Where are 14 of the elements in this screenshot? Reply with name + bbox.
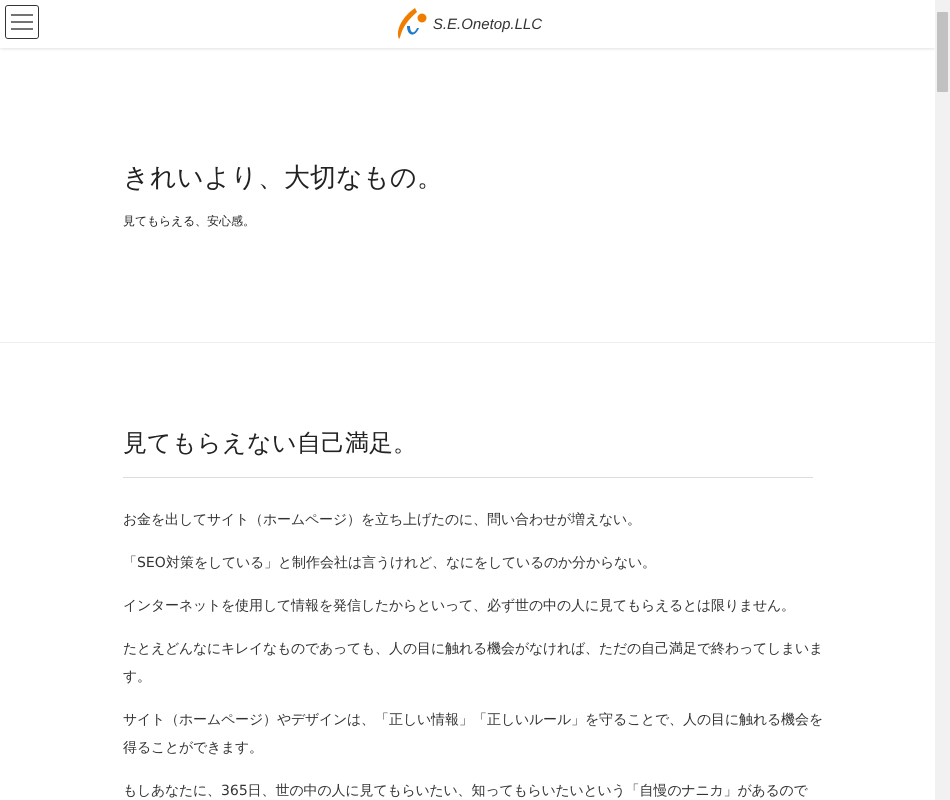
logo-link[interactable]: S.E.Onetop.LLC [392, 6, 542, 42]
body-paragraph: お金を出してサイト（ホームページ）を立ち上げたのに、問い合わせが増えない。 [123, 511, 642, 530]
body-paragraph: インターネットを使用して情報を発信したからといって、必ず世の中の人に見てもらえるとは限りません。 [123, 597, 796, 616]
body-paragraph: サイト（ホームページ）やデザインは、「正しい情報」「正しいルール」を守ることで、人の目に触れる機会を得ることができます。 [123, 711, 823, 758]
hero-heading: きれいより、大切なもの。 [123, 162, 444, 195]
scrollbar[interactable] [935, 0, 950, 800]
body-paragraph: 「SEO対策をしている」と制作会社は言うけれど、なにをしているのか分からない。 [123, 554, 657, 573]
body-paragraph: もしあなたに、365日、世の中の人に見てもらいたい、知ってもらいたいという「自慢のナニカ」があるので [123, 782, 809, 800]
body-paragraph: たとえどんなにキレイなものであっても、人の目に触れる機会がなければ、ただの自己満足で終わってしまいます。 [123, 640, 823, 687]
hero-subtitle: 見てもらえる、安心感。 [123, 213, 256, 230]
section-heading: 見てもらえない自己満足。 [123, 427, 813, 478]
menu-icon [10, 13, 34, 31]
scrollbar-thumb[interactable] [937, 12, 948, 92]
menu-button[interactable] [5, 5, 39, 39]
